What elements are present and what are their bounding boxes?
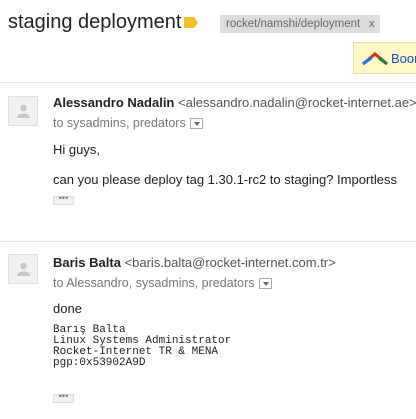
remove-label-button[interactable]: x: [369, 15, 375, 33]
label-chip[interactable]: rocket/namshi/deployment x: [220, 15, 380, 33]
show-trimmed-content-button[interactable]: •••: [53, 392, 74, 403]
message-recipients: to Alessandro, sysadmins, predators: [53, 276, 272, 290]
show-details-dropdown-icon[interactable]: [189, 118, 203, 130]
avatar[interactable]: [8, 254, 38, 284]
message-body: can you please deploy tag 1.30.1-rc2 to …: [53, 172, 397, 187]
message-body: done: [53, 301, 82, 316]
recipients-text: to Alessandro, sysadmins, predators: [53, 276, 255, 290]
message-greeting: Hi guys,: [53, 142, 100, 157]
person-icon: [17, 104, 30, 118]
show-trimmed-content-button[interactable]: •••: [53, 194, 74, 205]
recipients-text: to sysadmins, predators: [53, 116, 186, 130]
thread-subject: staging deployment: [8, 11, 182, 33]
show-details-dropdown-icon[interactable]: [258, 278, 272, 290]
sender-name[interactable]: Baris Balta: [53, 255, 121, 270]
boomerang-label[interactable]: Boomerang: [391, 51, 416, 66]
boomerang-logo-icon: [362, 52, 388, 66]
message-divider: [0, 82, 416, 83]
sender-email: <baris.balta@rocket-internet.com.tr>: [124, 255, 336, 270]
message-recipients: to sysadmins, predators: [53, 116, 203, 130]
label-tag-icon[interactable]: [184, 17, 198, 28]
label-chip-text[interactable]: rocket/namshi/deployment: [226, 18, 360, 30]
sender-email: <alessandro.nadalin@rocket-internet.ae>: [178, 95, 416, 110]
message-sender: Alessandro Nadalin <alessandro.nadalin@r…: [53, 95, 416, 110]
person-icon: [17, 262, 30, 276]
avatar[interactable]: [8, 96, 38, 126]
message-signature: Barış Balta Linux Systems Administrator …: [53, 325, 231, 369]
signature-line: pgp:0x53902A9D: [53, 357, 146, 369]
message-sender: Baris Balta <baris.balta@rocket-internet…: [53, 255, 336, 270]
message-divider: [0, 241, 416, 242]
boomerang-button[interactable]: Boomerang: [353, 42, 416, 74]
sender-name[interactable]: Alessandro Nadalin: [53, 95, 174, 110]
